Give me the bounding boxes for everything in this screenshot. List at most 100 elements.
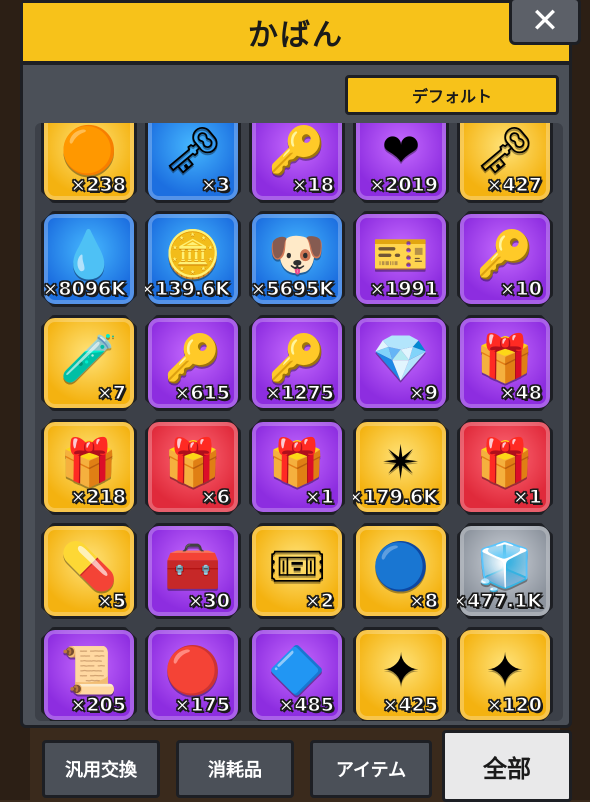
item-quantity: ×120 bbox=[486, 694, 543, 717]
item-quantity: ×175 bbox=[174, 694, 231, 717]
item-slot[interactable]: 🎁 ×48 bbox=[457, 315, 553, 411]
orange-coin-icon: 🟠 bbox=[60, 123, 118, 177]
item-slot[interactable]: 🪙 ×139.6K bbox=[145, 211, 241, 307]
item-slot[interactable]: 🔑 ×615 bbox=[145, 315, 241, 411]
gold-key-icon: 🔑 bbox=[268, 123, 326, 177]
item-slot[interactable]: ❤ ×2019 bbox=[353, 123, 449, 203]
item-quantity: ×427 bbox=[486, 174, 543, 197]
bear-key-icon: 🔑 bbox=[476, 227, 534, 281]
item-quantity: ×30 bbox=[187, 590, 230, 613]
item-slot[interactable]: 🎁 ×6 bbox=[145, 419, 241, 515]
item-quantity: ×6 bbox=[200, 486, 230, 509]
tab-consumables[interactable]: 消耗品 bbox=[176, 740, 294, 798]
pink-gift-icon: 🎁 bbox=[476, 331, 534, 385]
star-crystal-icon: ✴ bbox=[381, 435, 421, 489]
purple-crystal-icon: 🔷 bbox=[268, 643, 326, 697]
panel-header: かばん bbox=[23, 3, 569, 65]
item-quantity: ×1 bbox=[512, 486, 542, 509]
tab-general-exchange[interactable]: 汎用交換 bbox=[42, 740, 160, 798]
red-gift-icon: 🎁 bbox=[164, 435, 222, 489]
item-quantity: ×477.1K bbox=[451, 590, 542, 613]
gold-coin-icon: 🪙 bbox=[164, 227, 222, 281]
scroll-icon: 📜 bbox=[60, 643, 118, 697]
item-quantity: ×3 bbox=[200, 174, 230, 197]
item-slot[interactable]: 🔑 ×18 bbox=[249, 123, 345, 203]
item-slot[interactable]: 💊 ×5 bbox=[41, 523, 137, 619]
item-slot[interactable]: ✦ ×120 bbox=[457, 627, 553, 721]
item-quantity: ×48 bbox=[499, 382, 542, 405]
item-slot[interactable]: 🔑 ×1275 bbox=[249, 315, 345, 411]
item-slot[interactable]: 🧪 ×7 bbox=[41, 315, 137, 411]
item-quantity: ×179.6K bbox=[347, 486, 438, 509]
red-gem-icon: 🔴 bbox=[164, 643, 222, 697]
item-quantity: ×2019 bbox=[369, 174, 439, 197]
item-quantity: ×7 bbox=[96, 382, 126, 405]
item-slot[interactable]: 🎁 ×1 bbox=[249, 419, 345, 515]
silver-key-icon: 🗝 bbox=[163, 123, 223, 177]
blue-star-icon: ✦ bbox=[485, 643, 525, 697]
item-quantity: ×238 bbox=[70, 174, 127, 197]
item-quantity: ×218 bbox=[70, 486, 127, 509]
inventory-panel: かばん ✕ デフォルト 🟠 ×238 🗝 ×3 🔑 ×18 ❤ ×2019 🗝 ×427 💧 ×809… bbox=[20, 0, 581, 728]
gold-star-icon: ✦ bbox=[381, 643, 421, 697]
item-slot[interactable]: 🎫 ×1991 bbox=[353, 211, 449, 307]
item-slot[interactable]: 🗝 ×427 bbox=[457, 123, 553, 203]
heart-medal-icon: ❤ bbox=[381, 123, 421, 177]
item-quantity: ×2 bbox=[304, 590, 334, 613]
item-quantity: ×139.6K bbox=[139, 278, 230, 301]
item-quantity: ×1991 bbox=[369, 278, 439, 301]
tab-items[interactable]: アイテム bbox=[310, 740, 432, 798]
item-slot[interactable]: 💧 ×8096K bbox=[41, 211, 137, 307]
item-slot[interactable]: 🟠 ×238 bbox=[41, 123, 137, 203]
item-quantity: ×9 bbox=[408, 382, 438, 405]
capsule-icon: 💊 bbox=[60, 539, 118, 593]
item-grid-area[interactable]: 🟠 ×238 🗝 ×3 🔑 ×18 ❤ ×2019 🗝 ×427 💧 ×8096K 🪙 ×139.6K 🐶 ×… bbox=[35, 123, 563, 721]
tab-all[interactable]: 全部 bbox=[442, 730, 572, 802]
gem-key-icon: 🗝 bbox=[475, 123, 535, 177]
item-quantity: ×205 bbox=[70, 694, 127, 717]
cube-icon: 🧊 bbox=[476, 539, 534, 593]
item-slot[interactable]: 🔴 ×175 bbox=[145, 627, 241, 721]
dog-cookie-icon: 🐶 bbox=[268, 227, 326, 281]
item-slot[interactable]: 🔵 ×8 bbox=[353, 523, 449, 619]
v-coin-icon: 🔵 bbox=[372, 539, 430, 593]
energy-drop-icon: 💧 bbox=[60, 227, 118, 281]
item-slot[interactable]: 📜 ×205 bbox=[41, 627, 137, 721]
item-slot[interactable]: 🧰 ×30 bbox=[145, 523, 241, 619]
item-slot[interactable]: 🎟 ×2 bbox=[249, 523, 345, 619]
item-quantity: ×8 bbox=[408, 590, 438, 613]
item-grid: 🟠 ×238 🗝 ×3 🔑 ×18 ❤ ×2019 🗝 ×427 💧 ×8096K 🪙 ×139.6K 🐶 ×… bbox=[41, 123, 553, 721]
item-quantity: ×615 bbox=[174, 382, 231, 405]
small-gift-icon: 🎁 bbox=[268, 435, 326, 489]
red-gift-plus-icon: 🎁 bbox=[476, 435, 534, 489]
item-quantity: ×5 bbox=[96, 590, 126, 613]
orange-gift-icon: 🎁 bbox=[60, 435, 118, 489]
item-slot[interactable]: ✦ ×425 bbox=[353, 627, 449, 721]
item-quantity: ×5695K bbox=[250, 278, 335, 301]
close-button[interactable]: ✕ bbox=[509, 0, 581, 45]
item-slot[interactable]: 🐶 ×5695K bbox=[249, 211, 345, 307]
hexagon-key-icon: 🔑 bbox=[268, 331, 326, 385]
potion-icon: 🧪 bbox=[60, 331, 118, 385]
item-slot[interactable]: 🎁 ×218 bbox=[41, 419, 137, 515]
item-quantity: ×485 bbox=[278, 694, 335, 717]
purple-gem-key-icon: 🔑 bbox=[164, 331, 222, 385]
item-slot[interactable]: 🔷 ×485 bbox=[249, 627, 345, 721]
item-slot[interactable]: ✴ ×179.6K bbox=[353, 419, 449, 515]
item-slot[interactable]: 🔑 ×10 bbox=[457, 211, 553, 307]
chest-icon: 🧰 bbox=[164, 539, 222, 593]
diamond-card-icon: 💎 bbox=[372, 331, 430, 385]
gold-ticket-icon: 🎫 bbox=[372, 227, 430, 281]
item-slot[interactable]: 🎁 ×1 bbox=[457, 419, 553, 515]
item-slot[interactable]: 💎 ×9 bbox=[353, 315, 449, 411]
item-quantity: ×425 bbox=[382, 694, 439, 717]
preset-button[interactable]: デフォルト bbox=[345, 75, 559, 115]
close-icon: ✕ bbox=[530, 1, 560, 41]
v-ticket-icon: 🎟 bbox=[267, 539, 327, 593]
item-quantity: ×1275 bbox=[265, 382, 335, 405]
item-slot[interactable]: 🧊 ×477.1K bbox=[457, 523, 553, 619]
item-slot[interactable]: 🗝 ×3 bbox=[145, 123, 241, 203]
item-quantity: ×18 bbox=[291, 174, 334, 197]
item-quantity: ×10 bbox=[499, 278, 542, 301]
page-title: かばん bbox=[248, 18, 344, 53]
